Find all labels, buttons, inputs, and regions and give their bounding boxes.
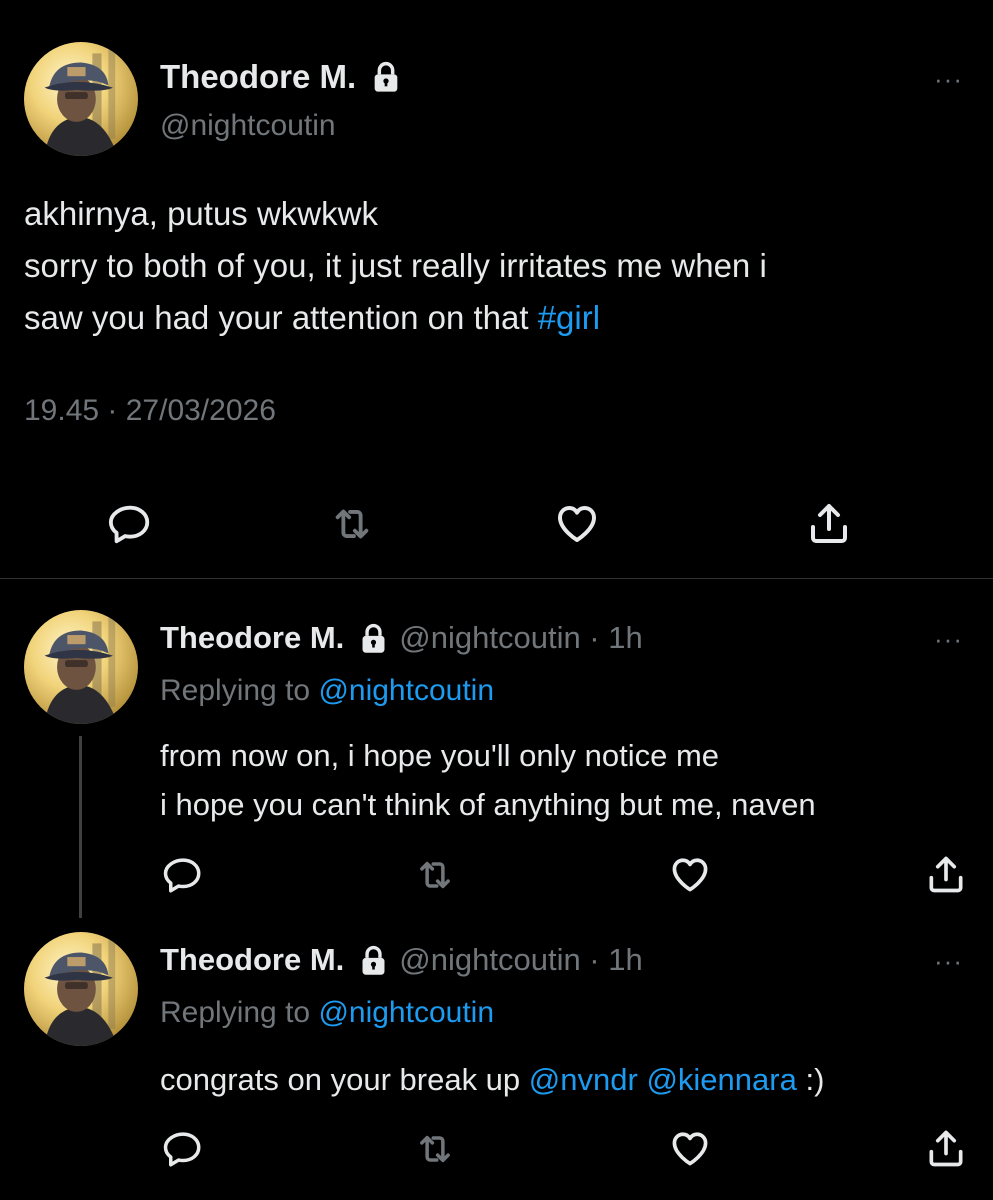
avatar[interactable] bbox=[24, 932, 138, 1046]
tweet-text-line: saw you had your attention on that #girl bbox=[24, 292, 964, 344]
share-icon bbox=[924, 1126, 968, 1170]
tweet-text-line-part: saw you had your attention on that bbox=[24, 299, 529, 336]
reply-text-line: from now on, i hope you'll only notice m… bbox=[160, 738, 720, 773]
replying-handle-link[interactable]: @nightcoutin bbox=[318, 996, 494, 1029]
thread-line bbox=[79, 736, 82, 918]
avatar[interactable] bbox=[24, 42, 138, 156]
more-icon[interactable]: ··· bbox=[934, 66, 963, 92]
comment-icon bbox=[162, 1128, 204, 1170]
display-name[interactable]: Theodore M. bbox=[160, 58, 356, 96]
lock-icon bbox=[370, 61, 402, 93]
reply-text: from now on, i hope you'll only notice m… bbox=[160, 731, 960, 829]
handle-time[interactable]: @nightcoutin · 1h bbox=[399, 942, 642, 978]
mention-link[interactable]: @nvndr bbox=[529, 1062, 638, 1097]
heart-icon bbox=[668, 1126, 712, 1170]
reply-header[interactable]: Theodore M. @nightcoutin · 1h bbox=[160, 620, 643, 656]
like-button[interactable] bbox=[666, 1124, 714, 1172]
replying-prefix: Replying to bbox=[160, 996, 311, 1029]
more-icon[interactable]: ··· bbox=[934, 948, 963, 974]
share-icon bbox=[805, 499, 853, 547]
tweet-text-line: sorry to both of you, it just really irr… bbox=[24, 247, 767, 284]
share-button[interactable] bbox=[922, 1124, 970, 1172]
comment-icon bbox=[162, 854, 204, 896]
comment-icon bbox=[107, 501, 153, 547]
timestamp[interactable]: 19.45 · 27/03/2026 bbox=[24, 394, 276, 428]
handle[interactable]: @nightcoutin bbox=[160, 109, 336, 143]
tweet-text: akhirnya, putus wkwkwk sorry to both of … bbox=[24, 188, 964, 344]
lock-icon bbox=[358, 945, 389, 976]
hashtag-link[interactable]: #girl bbox=[538, 299, 600, 336]
mention-link[interactable]: @kiennara bbox=[646, 1062, 796, 1097]
tweet-text-line: akhirnya, putus wkwkwk bbox=[24, 195, 378, 232]
reply-header[interactable]: Theodore M. @nightcoutin · 1h bbox=[160, 942, 643, 978]
lock-icon bbox=[358, 623, 389, 654]
display-name-row[interactable]: Theodore M. bbox=[160, 58, 402, 96]
retweet-button[interactable] bbox=[328, 500, 376, 548]
reply-text-line: i hope you can't think of anything but m… bbox=[160, 787, 816, 822]
share-button[interactable] bbox=[922, 850, 970, 898]
share-button[interactable] bbox=[804, 498, 854, 548]
avatar[interactable] bbox=[24, 610, 138, 724]
retweet-icon bbox=[414, 854, 456, 896]
share-icon bbox=[924, 852, 968, 896]
reply-text: congrats on your break up @nvndr @kienna… bbox=[160, 1055, 960, 1104]
like-button[interactable] bbox=[552, 498, 602, 548]
more-icon[interactable]: ··· bbox=[934, 626, 963, 652]
replying-to: Replying to @nightcoutin bbox=[160, 674, 494, 708]
reply-button[interactable] bbox=[106, 500, 154, 548]
reply-button[interactable] bbox=[160, 852, 206, 898]
display-name[interactable]: Theodore M. bbox=[160, 942, 344, 978]
retweet-button[interactable] bbox=[412, 852, 458, 898]
reply-text-part: :) bbox=[805, 1062, 825, 1097]
divider bbox=[0, 578, 993, 579]
display-name[interactable]: Theodore M. bbox=[160, 620, 344, 656]
reply-text-part: congrats on your break up bbox=[160, 1062, 521, 1097]
retweet-icon bbox=[329, 501, 375, 547]
like-button[interactable] bbox=[666, 850, 714, 898]
replying-handle-link[interactable]: @nightcoutin bbox=[318, 674, 494, 707]
retweet-button[interactable] bbox=[412, 1126, 458, 1172]
heart-icon bbox=[553, 499, 601, 547]
reply-button[interactable] bbox=[160, 1126, 206, 1172]
replying-to: Replying to @nightcoutin bbox=[160, 996, 494, 1030]
handle-time[interactable]: @nightcoutin · 1h bbox=[399, 620, 642, 656]
replying-prefix: Replying to bbox=[160, 674, 311, 707]
retweet-icon bbox=[414, 1128, 456, 1170]
heart-icon bbox=[668, 852, 712, 896]
